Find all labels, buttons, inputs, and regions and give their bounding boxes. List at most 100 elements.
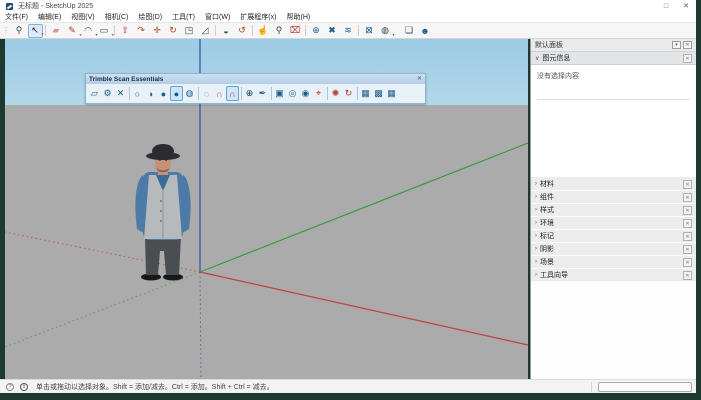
cloud-scatter-icon[interactable]: ✺ bbox=[329, 86, 342, 101]
menu-item-camera[interactable]: 相机(C) bbox=[100, 12, 134, 23]
blue-axis-negative bbox=[200, 272, 201, 379]
entity-info-header[interactable]: ∨ 图元信息 ✕ bbox=[531, 52, 696, 65]
create-component-icon[interactable]: ⊕ bbox=[309, 24, 324, 38]
main-toolbar: ⋮ ⚲↖▰✎◠▭⇧↷✛↻◳◿◒↺☝⚲⌧⊕✖≋⊠◍❏☻ bbox=[0, 23, 696, 39]
section-shadows[interactable]: › 阴影 ✕ bbox=[531, 243, 696, 256]
menu-item-window[interactable]: 窗口(W) bbox=[200, 12, 235, 23]
menu-item-tools[interactable]: 工具(T) bbox=[167, 12, 200, 23]
section-close-icon[interactable]: ✕ bbox=[683, 258, 692, 267]
paint-bucket-icon[interactable]: ◒ bbox=[219, 24, 234, 38]
pan-icon[interactable]: ☝ bbox=[256, 24, 271, 38]
menu-item-extensions[interactable]: 扩展程序(x) bbox=[235, 12, 281, 23]
close-button[interactable]: ✕ bbox=[676, 1, 696, 12]
section-close-icon[interactable]: ✕ bbox=[683, 219, 692, 228]
menu-item-help[interactable]: 帮助(H) bbox=[281, 12, 315, 23]
search-icon[interactable]: ⚲ bbox=[12, 24, 27, 38]
trimble-toolbar-titlebar[interactable]: Trimble Scan Essentials ✕ bbox=[86, 74, 425, 84]
rotate-icon[interactable]: ↻ bbox=[166, 24, 181, 38]
section-close-icon[interactable]: ✕ bbox=[683, 180, 692, 189]
mesh-panel-b-icon[interactable]: ▩ bbox=[372, 86, 385, 101]
section-materials[interactable]: › 材料 ✕ bbox=[531, 178, 696, 191]
density-solid-icon[interactable]: ● bbox=[170, 86, 183, 101]
scan-folder-icon[interactable]: ▱ bbox=[88, 86, 101, 101]
clip-sphere-icon[interactable]: ◎ bbox=[286, 86, 299, 101]
chevron-right-icon: › bbox=[535, 259, 537, 265]
select-tool-icon[interactable]: ↖ bbox=[28, 24, 43, 38]
hide-point-cloud-icon[interactable]: ⊠ bbox=[362, 24, 377, 38]
menu-item-draw[interactable]: 绘图(D) bbox=[133, 12, 167, 23]
section-close-icon[interactable]: ✕ bbox=[683, 245, 692, 254]
eraser-icon[interactable]: ▰ bbox=[49, 24, 64, 38]
new-file-icon[interactable]: ❏ bbox=[402, 24, 417, 38]
push-pull-icon[interactable]: ⇧ bbox=[118, 24, 133, 38]
density-hatched-icon[interactable]: ◍ bbox=[183, 86, 196, 101]
zoom-icon[interactable]: ⚲ bbox=[272, 24, 287, 38]
snap-magnet-active-icon[interactable]: ∩ bbox=[226, 86, 239, 101]
section-tags[interactable]: › 标记 ✕ bbox=[531, 230, 696, 243]
menu-item-file[interactable]: 文件(F) bbox=[0, 12, 33, 23]
trimble-scan-essentials-toolbar: Trimble Scan Essentials ✕ ▱⚙✕○◑●●◍◌∩∩⊕✒▣… bbox=[85, 73, 426, 104]
pick-line-icon[interactable]: ✒ bbox=[256, 86, 269, 101]
snap-magnet-icon[interactable]: ∩ bbox=[213, 86, 226, 101]
window-title: 无标题 - SketchUp 2025 bbox=[18, 1, 656, 11]
measurement-input[interactable] bbox=[598, 382, 692, 392]
pencil-icon[interactable]: ✎ bbox=[65, 24, 80, 38]
clip-box-icon[interactable]: ▣ bbox=[273, 86, 286, 101]
person-figure[interactable] bbox=[135, 144, 190, 281]
menu-bar: 文件(F)编辑(E)视图(V)相机(C)绘图(D)工具(T)窗口(W)扩展程序(… bbox=[0, 12, 696, 23]
tray-menu-button[interactable]: ▾ bbox=[672, 41, 681, 49]
scale-icon[interactable]: ◳ bbox=[182, 24, 197, 38]
clip-focus-icon[interactable]: ◉ bbox=[299, 86, 312, 101]
info-icon[interactable]: i bbox=[20, 383, 28, 391]
section-close-icon[interactable]: ✕ bbox=[683, 206, 692, 215]
trimble-close-icon[interactable]: ✕ bbox=[417, 75, 422, 84]
orbit-icon[interactable]: ↺ bbox=[235, 24, 250, 38]
density-outline-icon[interactable]: ○ bbox=[131, 86, 144, 101]
maximize-button[interactable]: □ bbox=[656, 1, 676, 12]
point-cloud-icon[interactable]: ✖ bbox=[325, 24, 340, 38]
zoom-extents-icon[interactable]: ⌧ bbox=[288, 24, 303, 38]
add-point-icon[interactable]: ⊕ bbox=[243, 86, 256, 101]
warehouse-person-icon[interactable]: ☻ bbox=[418, 24, 433, 38]
cloud-refresh-icon[interactable]: ↻ bbox=[342, 86, 355, 101]
scan-settings-icon[interactable]: ⚙ bbox=[101, 86, 114, 101]
section-scenes[interactable]: › 场景 ✕ bbox=[531, 256, 696, 269]
mesh-panel-c-icon[interactable]: ▦ bbox=[385, 86, 398, 101]
green-axis bbox=[200, 143, 528, 272]
terrain-icon[interactable]: ≋ bbox=[341, 24, 356, 38]
styles-icon[interactable]: ◍ bbox=[378, 24, 393, 38]
menu-item-view[interactable]: 视图(V) bbox=[66, 12, 99, 23]
density-filled-icon[interactable]: ● bbox=[157, 86, 170, 101]
scan-close-icon[interactable]: ✕ bbox=[114, 86, 127, 101]
entity-info-close-icon[interactable]: ✕ bbox=[683, 54, 692, 63]
section-styles[interactable]: › 样式 ✕ bbox=[531, 204, 696, 217]
density-half-icon[interactable]: ◑ bbox=[144, 86, 157, 101]
move-icon[interactable]: ✛ bbox=[150, 24, 165, 38]
help-icon[interactable]: ? bbox=[6, 383, 14, 391]
arc-icon[interactable]: ◠ bbox=[81, 24, 96, 38]
toolbar-grip[interactable]: ⋮ bbox=[2, 26, 9, 35]
section-environments[interactable]: › 环境 ✕ bbox=[531, 217, 696, 230]
sketchup-logo-icon bbox=[6, 3, 13, 10]
section-components[interactable]: › 组件 ✕ bbox=[531, 191, 696, 204]
tray-title: 默认面板 bbox=[535, 40, 670, 50]
main-area: Trimble Scan Essentials ✕ ▱⚙✕○◑●●◍◌∩∩⊕✒▣… bbox=[0, 39, 696, 379]
mesh-panel-a-icon[interactable]: ▦ bbox=[359, 86, 372, 101]
menu-item-edit[interactable]: 编辑(E) bbox=[33, 12, 66, 23]
section-close-icon[interactable]: ✕ bbox=[683, 193, 692, 202]
chevron-right-icon: › bbox=[535, 272, 537, 278]
follow-me-icon[interactable]: ↷ bbox=[134, 24, 149, 38]
clip-target-icon[interactable]: ⌖ bbox=[312, 86, 325, 101]
tape-measure-icon[interactable]: ◿ bbox=[198, 24, 213, 38]
section-close-icon[interactable]: ✕ bbox=[683, 271, 692, 280]
point-spacing-icon[interactable]: ◌ bbox=[200, 86, 213, 101]
entity-info-empty-text: 没有选择内容 bbox=[537, 71, 690, 100]
default-tray: 默认面板 ▾ ✕ ∨ 图元信息 ✕ 没有选择内容 › 材料 ✕ bbox=[530, 39, 696, 379]
tray-header: 默认面板 ▾ ✕ bbox=[531, 39, 696, 52]
model-viewport[interactable]: Trimble Scan Essentials ✕ ▱⚙✕○◑●●◍◌∩∩⊕✒▣… bbox=[5, 39, 528, 379]
tray-close-button[interactable]: ✕ bbox=[683, 41, 692, 49]
section-close-icon[interactable]: ✕ bbox=[683, 232, 692, 241]
title-bar: 无标题 - SketchUp 2025 □ ✕ bbox=[0, 0, 696, 12]
shapes-icon[interactable]: ▭ bbox=[97, 24, 112, 38]
section-instructor[interactable]: › 工具向导 ✕ bbox=[531, 269, 696, 282]
